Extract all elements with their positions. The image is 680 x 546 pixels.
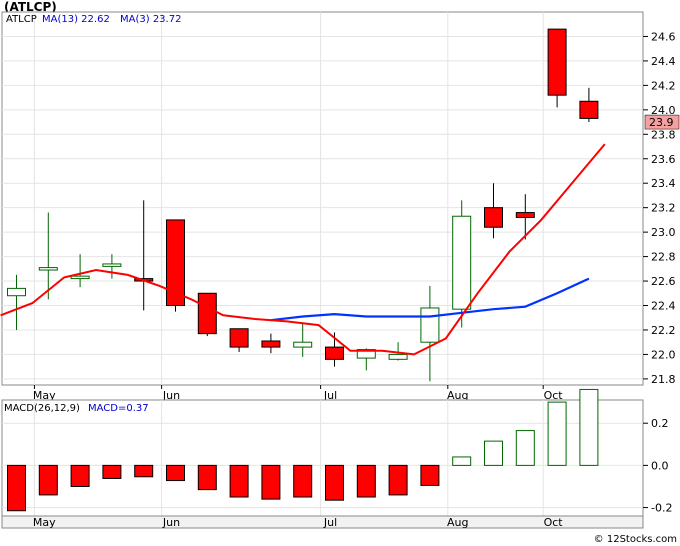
candle-body [261, 340, 281, 348]
candle-body [197, 292, 217, 335]
candle-body [293, 341, 313, 348]
macd-panel-frame [1, 399, 644, 517]
candle-body [515, 212, 535, 218]
price-tick-label: 23.2 [651, 202, 676, 215]
macd-bar [197, 464, 217, 491]
macd-bar [70, 464, 90, 487]
macd-legend-value: MACD=0.37 [88, 403, 149, 414]
macd-x-label: Jun [162, 516, 180, 529]
candle-body [388, 353, 408, 360]
macd-x-label: Jul [323, 516, 337, 529]
price-tick-label: 22.8 [651, 251, 676, 264]
macd-x-label: May [33, 516, 56, 529]
macd-bar [484, 440, 503, 466]
macd-bar [38, 464, 58, 496]
macd-tick-label: 0.2 [651, 417, 669, 430]
macd-x-label: Aug [447, 516, 468, 529]
price-tick-label: 22.0 [651, 348, 676, 361]
last-price-label: 23.9 [649, 116, 674, 129]
legend-ma13: MA(13) 22.62 [42, 14, 110, 25]
price-tick-label: 21.8 [651, 373, 676, 386]
macd-bar [102, 464, 122, 479]
macd-tick-label: 0.0 [651, 459, 669, 472]
macd-tick-label: -0.2 [651, 502, 672, 515]
footer-copyright: © 12Stocks.com [593, 534, 677, 545]
macd-bar [515, 430, 535, 466]
candle-body [325, 346, 344, 360]
macd-bar [356, 464, 376, 498]
macd-bar [547, 401, 567, 466]
macd-bar [579, 388, 599, 466]
macd-legend-name: MACD(26,12,9) [4, 403, 80, 414]
macd-bar [166, 464, 185, 482]
price-tick-label: 23.4 [651, 177, 676, 190]
price-tick-label: 24.4 [651, 55, 676, 68]
legend-ticker: ATLCP [6, 14, 37, 25]
price-tick-label: 22.4 [651, 300, 676, 313]
macd-bar [229, 464, 249, 498]
candle-body [452, 215, 472, 310]
legend-ma3: MA(3) 23.72 [120, 14, 181, 25]
price-tick-label: 23.6 [651, 153, 676, 166]
price-tick-label: 24.6 [651, 30, 676, 43]
candle-body [7, 287, 26, 297]
macd-x-label: Oct [544, 516, 564, 529]
macd-bar [452, 456, 472, 466]
macd-bar [388, 464, 408, 496]
macd-bar [7, 464, 26, 512]
price-tick-label: 24.2 [651, 79, 676, 92]
price-tick-label: 23.8 [651, 128, 676, 141]
candle-body [70, 275, 90, 280]
price-tick-label: 22.2 [651, 324, 676, 337]
chart-canvas: 21.8 22.0 22.2 22.4 22.6 22.8 23.0 23.2 23.4 23.6… [0, 11, 680, 529]
candle-body [102, 263, 122, 267]
candle-body [579, 100, 599, 119]
macd-bar [261, 464, 281, 500]
candle-body [420, 307, 440, 343]
candle-body [38, 267, 58, 271]
macd-bar [325, 464, 344, 501]
price-tick-label: 22.6 [651, 275, 676, 288]
macd-bar [134, 464, 154, 478]
candle-body [484, 207, 503, 228]
candle-body [229, 328, 249, 348]
candle-body [547, 28, 567, 96]
price-tick-label: 23.0 [651, 226, 676, 239]
macd-bar [293, 464, 313, 498]
macd-bar [420, 464, 440, 486]
